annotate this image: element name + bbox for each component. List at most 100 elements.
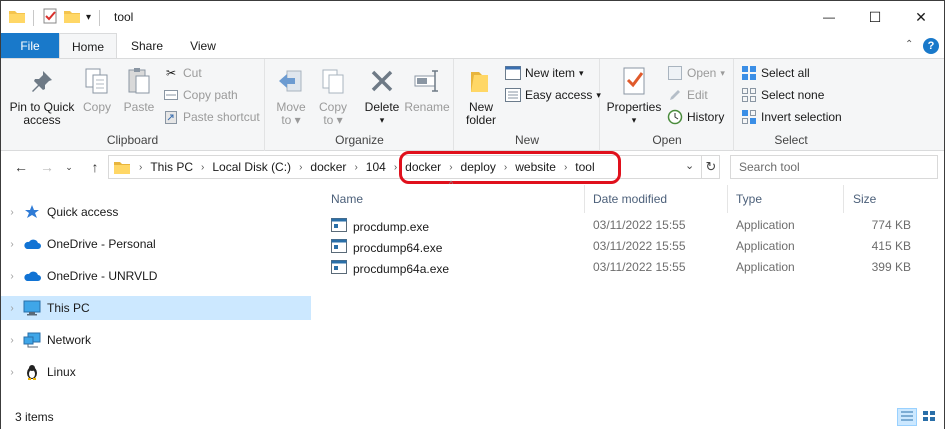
select-none-label: Select none bbox=[761, 88, 825, 102]
file-name: procdump64.exe bbox=[353, 240, 443, 255]
nav-item-onedrive-personal[interactable]: › OneDrive - Personal bbox=[1, 232, 311, 256]
recent-locations-button[interactable]: ⌄ bbox=[59, 157, 79, 177]
expand-icon[interactable]: › bbox=[1, 239, 23, 250]
close-button[interactable]: ✕ bbox=[898, 1, 944, 33]
new-item-button[interactable]: New item ▾ bbox=[505, 63, 584, 83]
chevron-right-icon: › bbox=[354, 161, 358, 173]
column-header-date[interactable]: Date modified bbox=[583, 189, 727, 209]
column-header-type[interactable]: Type bbox=[726, 189, 842, 209]
new-folder-label-2: folder bbox=[465, 113, 497, 127]
refresh-icon[interactable]: ↻ bbox=[701, 156, 720, 178]
file-type: Application bbox=[736, 218, 795, 232]
nav-item-onedrive-unrvld[interactable]: › OneDrive - UNRVLD bbox=[1, 264, 311, 288]
open-button[interactable]: Open ▾ bbox=[667, 63, 725, 83]
select-none-icon bbox=[741, 87, 757, 103]
nav-item-quick-access[interactable]: › Quick access bbox=[1, 200, 311, 224]
table-row[interactable]: procdump64a.exe 03/11/2022 15:55 Applica… bbox=[331, 257, 931, 278]
clipboard-group-label: Clipboard bbox=[106, 133, 159, 147]
breadcrumb-docker[interactable]: docker bbox=[307, 160, 349, 174]
select-none-button[interactable]: Select none bbox=[741, 85, 824, 105]
maximize-button[interactable]: ☐ bbox=[852, 1, 898, 33]
customize-qat-icon[interactable]: ▾ bbox=[86, 12, 91, 23]
new-folder-icon bbox=[465, 65, 497, 97]
new-group: New folder New item ▾ Easy access ▾ New bbox=[455, 59, 601, 151]
quick-access-toolbar: ▾ bbox=[9, 8, 102, 27]
application-icon bbox=[331, 260, 347, 277]
properties-icon[interactable] bbox=[42, 8, 58, 27]
edit-label: Edit bbox=[687, 88, 708, 102]
expand-icon[interactable]: › bbox=[1, 335, 23, 346]
pin-label-2: access bbox=[23, 113, 61, 127]
file-name: procdump.exe bbox=[353, 219, 430, 234]
tab-share[interactable]: Share bbox=[119, 33, 175, 59]
nav-item-label: Linux bbox=[47, 365, 76, 379]
history-label: History bbox=[687, 110, 725, 124]
table-row[interactable]: procdump.exe 03/11/2022 15:55 Applicatio… bbox=[331, 215, 931, 236]
new-item-label: New item bbox=[525, 66, 576, 80]
properties-button[interactable]: Properties ▾ bbox=[605, 65, 663, 127]
open-label: Open bbox=[687, 66, 717, 80]
search-input[interactable]: Search tool bbox=[730, 155, 938, 179]
copy-to-button[interactable]: Copy to ▾ bbox=[312, 65, 354, 127]
breadcrumb-local-disk[interactable]: Local Disk (C:) bbox=[209, 160, 294, 174]
breadcrumb-this-pc[interactable]: This PC bbox=[147, 160, 196, 174]
column-header-name[interactable]: Name bbox=[321, 189, 583, 209]
back-button[interactable]: ← bbox=[11, 157, 31, 177]
pin-to-quick-access-button[interactable]: Pin to Quick access bbox=[7, 65, 77, 127]
breadcrumb-104[interactable]: 104 bbox=[363, 160, 389, 174]
tab-home[interactable]: Home bbox=[59, 33, 117, 59]
item-count: 3 items bbox=[15, 410, 54, 424]
delete-button[interactable]: Delete ▾ bbox=[360, 65, 404, 127]
expand-icon[interactable]: › bbox=[1, 207, 23, 218]
file-size: 399 KB bbox=[871, 260, 911, 274]
rename-button[interactable]: Rename bbox=[404, 65, 450, 114]
expand-icon[interactable]: › bbox=[1, 367, 23, 378]
move-to-button[interactable]: Move to ▾ bbox=[270, 65, 312, 127]
details-view-button[interactable] bbox=[897, 408, 917, 426]
easy-access-button[interactable]: Easy access ▾ bbox=[505, 85, 601, 105]
edit-button[interactable]: Edit bbox=[667, 85, 708, 105]
chevron-up-icon[interactable]: ⌃ bbox=[905, 39, 913, 50]
help-icon[interactable]: ? bbox=[923, 38, 939, 54]
file-type: Application bbox=[736, 239, 795, 253]
minimize-button[interactable]: — bbox=[806, 1, 852, 33]
nav-item-this-pc[interactable]: › This PC bbox=[1, 296, 311, 320]
table-row[interactable]: procdump64.exe 03/11/2022 15:55 Applicat… bbox=[331, 236, 931, 257]
scissors-icon: ✂ bbox=[165, 66, 177, 80]
large-icons-view-button[interactable] bbox=[919, 408, 939, 426]
new-folder-button[interactable]: New folder bbox=[461, 65, 501, 127]
paste-button[interactable]: Paste bbox=[119, 65, 159, 114]
address-dropdown-icon[interactable]: ⌄ bbox=[685, 159, 694, 172]
move-to-icon bbox=[275, 65, 307, 97]
invert-selection-icon bbox=[741, 109, 757, 125]
column-header-size[interactable]: Size bbox=[843, 189, 933, 209]
easy-access-icon bbox=[505, 87, 521, 103]
nav-item-linux[interactable]: › Linux bbox=[1, 360, 311, 384]
search-placeholder: Search tool bbox=[739, 160, 800, 174]
tab-file[interactable]: File bbox=[1, 33, 59, 59]
nav-item-network[interactable]: › Network bbox=[1, 328, 311, 352]
up-button[interactable]: ↑ bbox=[85, 157, 105, 177]
properties-dropdown-icon: ▾ bbox=[631, 115, 637, 125]
tab-view[interactable]: View bbox=[177, 33, 229, 59]
application-icon bbox=[331, 239, 347, 256]
dropdown-icon: ▾ bbox=[579, 67, 584, 78]
copy-button[interactable]: Copy bbox=[77, 65, 117, 114]
select-all-button[interactable]: Select all bbox=[741, 63, 810, 83]
large-icons-view-icon bbox=[922, 410, 936, 425]
expand-icon[interactable]: › bbox=[1, 271, 23, 282]
paste-shortcut-label: Paste shortcut bbox=[183, 110, 260, 124]
pin-icon bbox=[26, 65, 58, 97]
window-title: tool bbox=[114, 10, 134, 24]
history-button[interactable]: History bbox=[667, 107, 724, 127]
copy-path-button[interactable]: Copy path bbox=[163, 85, 238, 105]
cut-button[interactable]: ✂ Cut bbox=[163, 63, 202, 83]
nav-item-label: OneDrive - UNRVLD bbox=[47, 269, 158, 283]
forward-button[interactable]: → bbox=[37, 157, 57, 177]
new-folder-icon[interactable] bbox=[64, 9, 80, 26]
nav-item-label: This PC bbox=[47, 301, 90, 315]
paste-shortcut-button[interactable]: Paste shortcut bbox=[163, 107, 260, 127]
move-to-label-2: to ▾ bbox=[281, 113, 301, 127]
invert-selection-button[interactable]: Invert selection bbox=[741, 107, 842, 127]
expand-icon[interactable]: › bbox=[1, 303, 23, 314]
